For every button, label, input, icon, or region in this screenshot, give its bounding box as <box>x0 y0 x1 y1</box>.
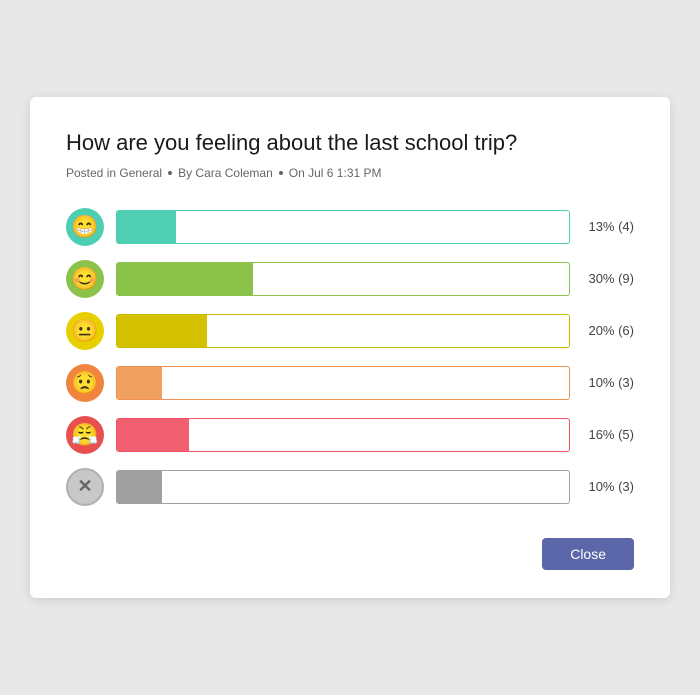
emoji-very-happy: 😁 <box>66 208 104 246</box>
bar-container-neutral <box>116 314 570 348</box>
poll-card: How are you feeling about the last schoo… <box>30 97 670 598</box>
close-button[interactable]: Close <box>542 538 634 570</box>
bar-label-very-happy: 13% (4) <box>582 219 634 234</box>
poll-rows: 😁 13% (4) 😊 30% (9) 😐 20% (6) 😟 10% (3) 😤 16% (5)… <box>66 208 634 506</box>
bar-label-neutral: 20% (6) <box>582 323 634 338</box>
emoji-neutral: 😐 <box>66 312 104 350</box>
poll-footer: Close <box>66 538 634 570</box>
bar-fill-happy <box>117 263 253 295</box>
poll-row-neutral: 😐 20% (6) <box>66 312 634 350</box>
bar-container-very-sad <box>116 418 570 452</box>
poll-row-sad: 😟 10% (3) <box>66 364 634 402</box>
bar-label-very-sad: 16% (5) <box>582 427 634 442</box>
bar-label-happy: 30% (9) <box>582 271 634 286</box>
bar-fill-neutral <box>117 315 207 347</box>
emoji-happy: 😊 <box>66 260 104 298</box>
bar-label-sad: 10% (3) <box>582 375 634 390</box>
bar-fill-very-happy <box>117 211 176 243</box>
bar-container-very-happy <box>116 210 570 244</box>
emoji-no-opinion: ✕ <box>66 468 104 506</box>
meta-posted: Posted in General <box>66 166 162 180</box>
bar-container-sad <box>116 366 570 400</box>
emoji-very-sad: 😤 <box>66 416 104 454</box>
meta-author: By Cara Coleman <box>178 166 273 180</box>
poll-row-no-opinion: ✕ 10% (3) <box>66 468 634 506</box>
meta-date: On Jul 6 1:31 PM <box>289 166 382 180</box>
meta-dot-2 <box>279 171 283 175</box>
bar-container-happy <box>116 262 570 296</box>
bar-label-no-opinion: 10% (3) <box>582 479 634 494</box>
poll-row-very-sad: 😤 16% (5) <box>66 416 634 454</box>
poll-row-happy: 😊 30% (9) <box>66 260 634 298</box>
meta-dot-1 <box>168 171 172 175</box>
bar-fill-very-sad <box>117 419 189 451</box>
poll-title: How are you feeling about the last schoo… <box>66 129 634 158</box>
bar-fill-no-opinion <box>117 471 162 503</box>
bar-fill-sad <box>117 367 162 399</box>
emoji-sad: 😟 <box>66 364 104 402</box>
poll-row-very-happy: 😁 13% (4) <box>66 208 634 246</box>
poll-meta: Posted in General By Cara Coleman On Jul… <box>66 166 634 180</box>
bar-container-no-opinion <box>116 470 570 504</box>
